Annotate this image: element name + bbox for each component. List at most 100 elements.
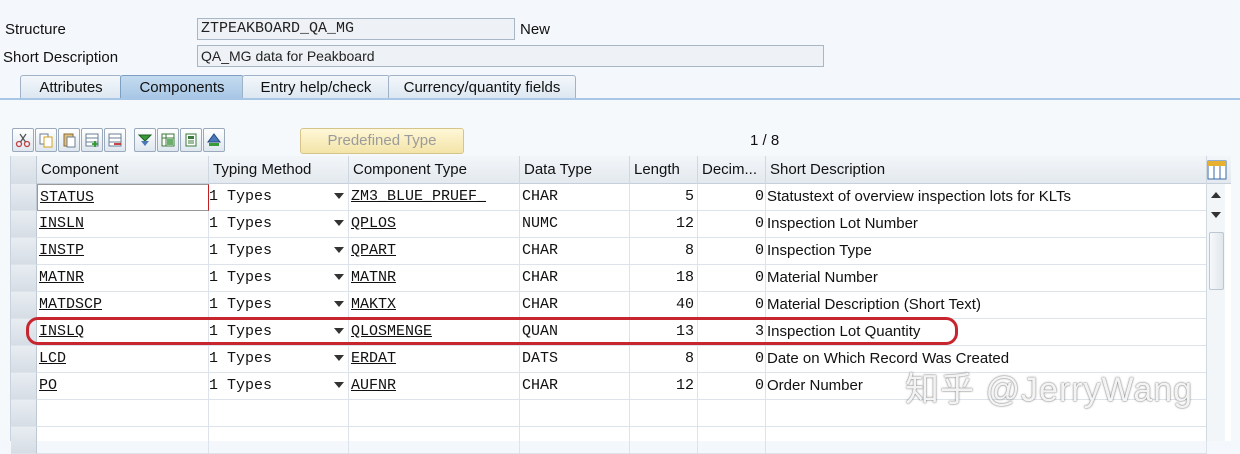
scroll-thumb[interactable]: [1209, 232, 1224, 290]
col-component[interactable]: Component: [37, 156, 209, 184]
predefined-type-button[interactable]: Predefined Type: [300, 128, 464, 154]
dropdown-arrow-icon[interactable]: [334, 355, 344, 361]
cut-icon[interactable]: [12, 128, 34, 152]
dropdown-arrow-icon[interactable]: [334, 220, 344, 226]
length-cell[interactable]: 12: [630, 373, 698, 400]
data-type-cell[interactable]: CHAR: [520, 184, 630, 211]
scroll-up-icon[interactable]: [1207, 186, 1225, 204]
structure-icon[interactable]: [180, 128, 202, 152]
component-type-cell[interactable]: MAKTX: [349, 292, 520, 319]
component-type-cell[interactable]: MATNR: [349, 265, 520, 292]
length-cell[interactable]: 8: [630, 238, 698, 265]
paste-icon[interactable]: [58, 128, 80, 152]
short-description-cell[interactable]: Inspection Type: [766, 238, 1207, 265]
short-description-cell[interactable]: Material Description (Short Text): [766, 292, 1207, 319]
table-row[interactable]: MATNR 1 Types MATNR CHAR 18 0 Material N…: [11, 265, 1207, 292]
decimals-cell[interactable]: 0: [698, 184, 766, 211]
short-description-cell[interactable]: Inspection Lot Number: [766, 211, 1207, 238]
short-description-field[interactable]: QA_MG data for Peakboard: [197, 45, 824, 67]
empty-cell[interactable]: [349, 400, 520, 427]
table-icon[interactable]: [157, 128, 179, 152]
empty-cell[interactable]: [630, 400, 698, 427]
row-selector[interactable]: [11, 292, 37, 319]
tab-currency-quantity-fields[interactable]: Currency/quantity fields: [388, 75, 576, 98]
vertical-scrollbar[interactable]: [1206, 184, 1225, 441]
empty-cell[interactable]: [520, 400, 630, 427]
component-type-cell[interactable]: ZM3_BLUE_PRUEF_: [349, 184, 520, 211]
dropdown-arrow-icon[interactable]: [334, 274, 344, 280]
col-component-type[interactable]: Component Type: [349, 156, 520, 184]
dropdown-arrow-icon[interactable]: [334, 247, 344, 253]
component-cell[interactable]: MATDSCP: [37, 292, 209, 319]
data-type-cell[interactable]: DATS: [520, 346, 630, 373]
scroll-down-icon[interactable]: [1207, 206, 1225, 224]
empty-cell[interactable]: [209, 400, 349, 427]
length-cell[interactable]: 8: [630, 346, 698, 373]
column-settings-icon[interactable]: [1207, 160, 1227, 180]
component-type-cell[interactable]: AUFNR: [349, 373, 520, 400]
insert-row-icon[interactable]: [81, 128, 103, 152]
row-selector[interactable]: [11, 400, 37, 427]
table-row[interactable]: INSLN 1 Types QPLOS NUMC 12 0 Inspection…: [11, 211, 1207, 238]
table-row[interactable]: STATUS 1 Types ZM3_BLUE_PRUEF_ CHAR 5 0 …: [11, 184, 1207, 211]
table-row[interactable]: INSTP 1 Types QPART CHAR 8 0 Inspection …: [11, 238, 1207, 265]
decimals-cell[interactable]: 0: [698, 346, 766, 373]
delete-row-icon[interactable]: [104, 128, 126, 152]
typing-method-cell[interactable]: 1 Types: [209, 373, 349, 400]
row-selector[interactable]: [11, 373, 37, 400]
col-decimals[interactable]: Decim...: [698, 156, 766, 184]
length-cell[interactable]: 5: [630, 184, 698, 211]
dropdown-arrow-icon[interactable]: [334, 193, 344, 199]
component-cell[interactable]: MATNR: [37, 265, 209, 292]
short-description-cell[interactable]: Material Number: [766, 265, 1207, 292]
col-data-type[interactable]: Data Type: [520, 156, 630, 184]
col-typing-method[interactable]: Typing Method: [209, 156, 349, 184]
component-cell[interactable]: STATUS: [37, 184, 209, 211]
dropdown-arrow-icon[interactable]: [334, 382, 344, 388]
up-icon[interactable]: [203, 128, 225, 152]
empty-cell[interactable]: [37, 400, 209, 427]
col-short-description[interactable]: Short Description: [766, 156, 1207, 184]
typing-method-cell[interactable]: 1 Types: [209, 292, 349, 319]
length-cell[interactable]: 12: [630, 211, 698, 238]
data-type-cell[interactable]: CHAR: [520, 265, 630, 292]
short-description-cell[interactable]: Statustext of overview inspection lots f…: [766, 184, 1207, 211]
length-cell[interactable]: 40: [630, 292, 698, 319]
typing-method-cell[interactable]: 1 Types: [209, 265, 349, 292]
decimals-cell[interactable]: 0: [698, 238, 766, 265]
typing-method-cell[interactable]: 1 Types: [209, 211, 349, 238]
typing-method-cell[interactable]: 1 Types: [209, 184, 349, 211]
row-selector[interactable]: [11, 265, 37, 292]
row-selector[interactable]: [11, 184, 37, 211]
decimals-cell[interactable]: 0: [698, 292, 766, 319]
component-cell[interactable]: PO: [37, 373, 209, 400]
row-selector[interactable]: [11, 211, 37, 238]
decimals-cell[interactable]: 0: [698, 211, 766, 238]
data-type-cell[interactable]: CHAR: [520, 373, 630, 400]
length-cell[interactable]: 18: [630, 265, 698, 292]
copy-icon[interactable]: [35, 128, 57, 152]
component-type-cell[interactable]: QPART: [349, 238, 520, 265]
tab-entry-help-check[interactable]: Entry help/check: [242, 75, 390, 98]
select-all-header[interactable]: [11, 156, 37, 184]
data-type-cell[interactable]: CHAR: [520, 292, 630, 319]
typing-method-cell[interactable]: 1 Types: [209, 346, 349, 373]
row-selector[interactable]: [11, 238, 37, 265]
component-type-cell[interactable]: QPLOS: [349, 211, 520, 238]
component-type-cell[interactable]: ERDAT: [349, 346, 520, 373]
structure-name-field[interactable]: ZTPEAKBOARD_QA_MG: [197, 18, 515, 40]
data-type-cell[interactable]: CHAR: [520, 238, 630, 265]
col-length[interactable]: Length: [630, 156, 698, 184]
component-cell[interactable]: INSLN: [37, 211, 209, 238]
empty-cell[interactable]: [698, 400, 766, 427]
data-type-cell[interactable]: NUMC: [520, 211, 630, 238]
table-row[interactable]: MATDSCP 1 Types MAKTX CHAR 40 0 Material…: [11, 292, 1207, 319]
typing-method-cell[interactable]: 1 Types: [209, 238, 349, 265]
tab-components[interactable]: Components: [120, 75, 244, 98]
dropdown-arrow-icon[interactable]: [334, 301, 344, 307]
decimals-cell[interactable]: 0: [698, 265, 766, 292]
decimals-cell[interactable]: 0: [698, 373, 766, 400]
filter-down-icon[interactable]: [134, 128, 156, 152]
row-selector[interactable]: [11, 346, 37, 373]
component-cell[interactable]: LCD: [37, 346, 209, 373]
